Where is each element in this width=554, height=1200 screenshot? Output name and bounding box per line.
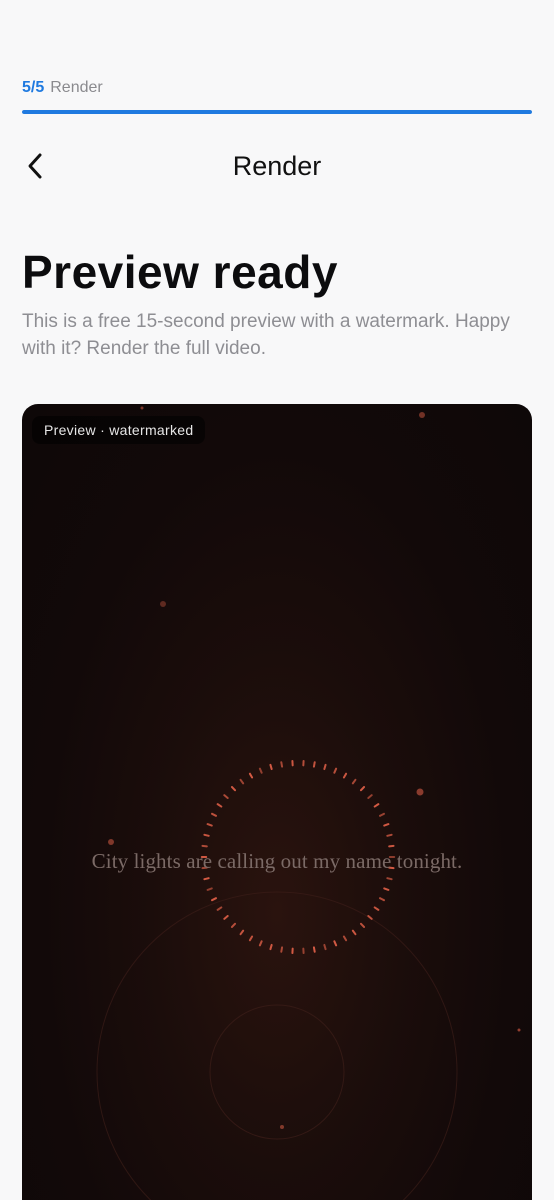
nav-title: Render [232, 151, 322, 181]
ring-dash [379, 812, 385, 817]
ring-dash [216, 803, 223, 808]
ring-dash [333, 940, 338, 947]
ring-dash [386, 833, 393, 837]
ring-dash [342, 772, 348, 779]
ring-dash [333, 767, 338, 774]
ring-dash [248, 935, 254, 942]
ring-dash [342, 935, 348, 942]
ring-dash [323, 763, 327, 771]
ring-dash [351, 929, 357, 936]
ember-particle [140, 406, 144, 410]
ember-particle [517, 1028, 521, 1032]
ring-dash [351, 778, 357, 785]
visualizer-art [96, 406, 521, 1200]
ring-dash [248, 772, 254, 779]
ring-dash [269, 943, 273, 951]
step-indicator: 5/5 Render [22, 78, 103, 98]
progress-fill [22, 110, 532, 114]
step-label: Render [50, 79, 103, 96]
inner-ring [209, 1004, 345, 1140]
ring-dash [312, 946, 316, 953]
ring-dash [280, 761, 284, 768]
page-title: Preview ready [22, 246, 338, 298]
ring-dash [312, 761, 316, 768]
outer-ring [96, 891, 458, 1200]
ring-dash [323, 943, 327, 951]
ring-dash [373, 803, 380, 808]
ring-dash [258, 767, 263, 774]
ring-dash [206, 823, 213, 827]
ring-dash [379, 897, 385, 902]
ring-dash [223, 915, 229, 920]
ring-dash [211, 812, 217, 817]
ring-dash [206, 887, 213, 891]
watermark-badge: Preview · watermarked [32, 416, 206, 444]
ring-dash [383, 887, 390, 891]
ember-particle [416, 788, 424, 796]
ring-dash [239, 929, 245, 936]
video-preview[interactable]: Preview · watermarked City lights are ca… [22, 404, 532, 1200]
ring-dash [367, 794, 373, 799]
progress-bar [22, 110, 532, 114]
ring-dash [269, 763, 273, 771]
lyric-line: City lights are calling out my name toni… [91, 849, 463, 873]
ring-dash [239, 778, 245, 785]
ring-dash [203, 877, 210, 881]
ring-dash [201, 844, 208, 848]
ring-dash [367, 915, 373, 920]
step-number: 5/5 [22, 79, 45, 96]
ember-particle [419, 412, 425, 418]
ring-dash [258, 940, 263, 947]
ember-particle [280, 1125, 284, 1129]
ring-dash [203, 833, 210, 837]
ring-dash [230, 786, 237, 792]
page-description: This is a free 15-second preview with a … [22, 311, 510, 359]
ring-dash [211, 897, 217, 902]
ring-dash [359, 922, 366, 928]
ring-dash [383, 823, 390, 827]
nav-bar: Render [0, 136, 554, 196]
ring-dash [386, 877, 393, 881]
ember-particle [160, 601, 166, 607]
ring-dash [223, 794, 229, 799]
ring-dash [373, 906, 380, 911]
ring-dash [230, 922, 237, 928]
render-screen: 5/5 Render Render Preview ready This is a… [0, 0, 554, 1200]
ember-particle [108, 839, 114, 845]
ring-dash [216, 906, 223, 911]
ring-dash [359, 786, 366, 792]
ring-dash [280, 946, 284, 953]
ring-dash [388, 844, 395, 848]
